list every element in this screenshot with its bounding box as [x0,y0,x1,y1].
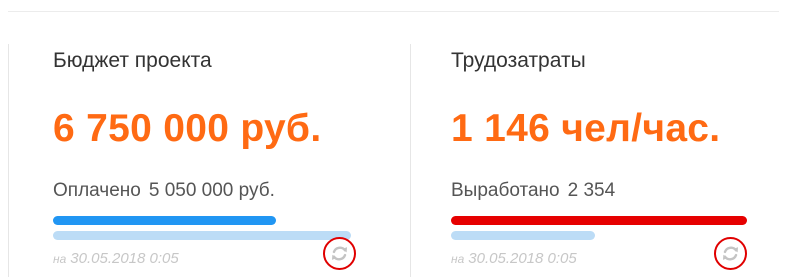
sub-label: Оплачено [53,180,141,201]
sub-value: 5 050 000 руб. [148,180,275,201]
refresh-icon [331,246,348,261]
card-subtitle: Выработано 2 354 [451,180,615,202]
progress-bar-secondary [53,231,351,240]
labor-card: Трудозатраты 1 146 чел/час. Выработано 2 … [451,0,751,277]
card-title: Трудозатраты [451,49,586,72]
budget-card: Бюджет проекта 6 750 000 руб. Оплачено 5 … [53,0,373,277]
card-value: 1 146 чел/час. [451,107,721,150]
progress-bar-primary [451,216,747,225]
date-value: 30.05.2018 0:05 [468,250,577,267]
progress-bar-secondary [451,231,595,240]
refresh-button[interactable] [714,237,747,270]
card-subtitle: Оплачено 5 050 000 руб. [53,180,275,202]
refresh-icon [722,246,739,261]
card-divider [410,44,411,277]
progress-bar-primary [53,216,276,225]
refresh-button[interactable] [323,237,356,270]
card-value: 6 750 000 руб. [53,107,322,150]
updated-date: на 30.05.2018 0:05 [53,250,179,267]
date-value: 30.05.2018 0:05 [70,250,179,267]
left-border [8,44,9,277]
card-title: Бюджет проекта [53,49,212,72]
date-prefix: на [451,252,465,266]
date-prefix: на [53,252,67,266]
updated-date: на 30.05.2018 0:05 [451,250,577,267]
sub-value: 2 354 [567,180,616,201]
sub-label: Выработано [451,180,560,201]
